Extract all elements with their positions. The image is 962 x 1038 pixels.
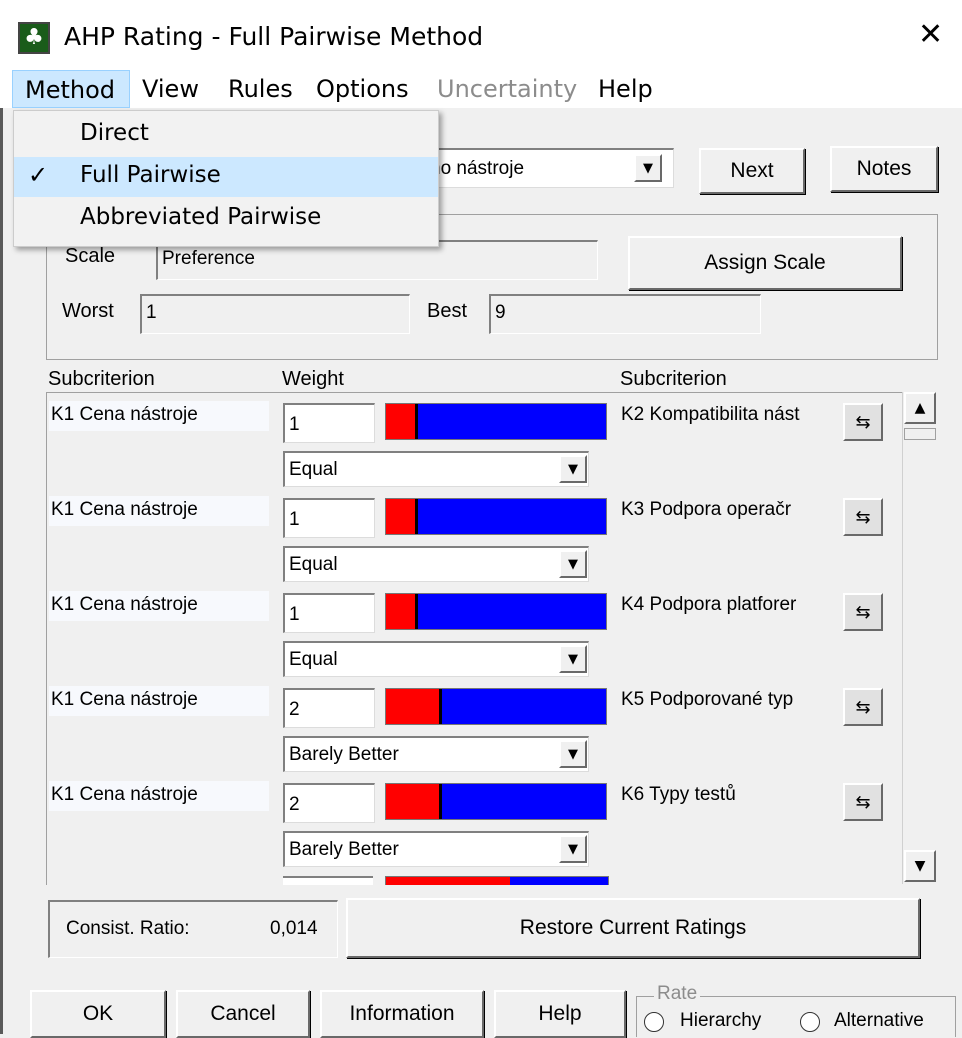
row-left-subcriterion: K1 Cena nástroje (49, 591, 269, 621)
row-weight-bar[interactable] (385, 783, 607, 820)
next-button[interactable]: Next (699, 148, 805, 194)
swap-icon[interactable]: ⇆ (843, 783, 883, 821)
chevron-down-icon[interactable]: ▼ (559, 740, 587, 768)
row-weight-bar[interactable] (385, 403, 607, 440)
information-button[interactable]: Information (320, 990, 484, 1038)
alternative-radio[interactable] (800, 1012, 820, 1032)
alternative-label: Alternative (834, 1010, 924, 1031)
column-header-subcriterion-right: Subcriterion (620, 368, 727, 390)
row-weight-bar[interactable] (385, 593, 607, 630)
chevron-down-icon[interactable]: ▼ (559, 455, 587, 483)
menu-item-abbreviated-pairwise[interactable]: Abbreviated Pairwise (14, 199, 438, 239)
consistency-ratio-label: Consist. Ratio: (66, 918, 190, 939)
checkmark-icon: ✓ (28, 161, 49, 189)
vertical-scrollbar[interactable]: ▲ ▼ (902, 392, 937, 884)
row-weight-bar[interactable] (385, 498, 607, 535)
row-weight-field[interactable]: 1 (283, 593, 375, 633)
consistency-ratio-value: 0,014 (270, 918, 318, 939)
worst-value: 1 (146, 302, 157, 323)
row-right-subcriterion: K2 Kompatibilita nást (621, 404, 800, 425)
menu-view[interactable]: View (142, 70, 199, 108)
menu-item-direct-label: Direct (80, 120, 149, 146)
scroll-down-icon[interactable]: ▼ (904, 850, 936, 882)
worst-field: 1 (140, 294, 410, 334)
chevron-down-icon[interactable]: ▼ (559, 835, 587, 863)
row-left-subcriterion: K1 Cena nástroje (49, 781, 269, 811)
chevron-down-icon[interactable]: ▼ (559, 645, 587, 673)
hierarchy-radio[interactable] (644, 1012, 664, 1032)
menu-help[interactable]: Help (598, 70, 653, 108)
row-rating-select[interactable]: Equal ▼ (283, 641, 589, 677)
restore-ratings-button[interactable]: Restore Current Ratings (346, 898, 920, 958)
close-icon[interactable]: ✕ (918, 20, 943, 50)
row-weight-field[interactable]: 2 (283, 688, 375, 728)
app-tree-icon[interactable]: ♣ (18, 22, 50, 54)
row-right-subcriterion: K6 Typy testů (621, 784, 736, 805)
scrollbar-thumb[interactable] (904, 428, 936, 440)
assign-scale-button[interactable]: Assign Scale (628, 236, 902, 290)
row-right-subcriterion: K4 Podpora platforer (621, 594, 797, 615)
criterion-select-value: ho nástroje (430, 158, 525, 179)
swap-icon[interactable]: ⇆ (843, 498, 883, 536)
column-header-weight: Weight (282, 368, 344, 390)
menu-item-full-pairwise[interactable]: ✓ Full Pairwise (14, 157, 438, 197)
consistency-ratio-box: Consist. Ratio: 0,014 (48, 900, 338, 958)
notes-button[interactable]: Notes (830, 146, 938, 192)
scale-label: Scale (65, 245, 116, 267)
help-button[interactable]: Help (494, 990, 626, 1038)
row-rating-select[interactable]: Barely Better ▼ (283, 831, 589, 867)
worst-label: Worst (62, 300, 114, 322)
row-right-subcriterion: K3 Podpora operačr (621, 499, 792, 520)
swap-icon[interactable]: ⇆ (843, 403, 883, 441)
best-field: 9 (489, 294, 761, 334)
menu-method[interactable]: Method (12, 70, 130, 108)
row-left-subcriterion: K1 Cena nástroje (49, 401, 269, 431)
column-header-subcriterion-left: Subcriterion (48, 368, 155, 390)
chevron-down-icon[interactable]: ▼ (559, 550, 587, 578)
row-weight-field[interactable]: 1 (283, 498, 375, 538)
swap-icon[interactable]: ⇆ (843, 688, 883, 726)
row-weight-field[interactable]: 2 (283, 783, 375, 823)
method-dropdown: Direct ✓ Full Pairwise Abbreviated Pairw… (13, 110, 439, 247)
partial-row-field (283, 876, 373, 885)
scale-value: Preference (162, 248, 255, 269)
row-rating-select[interactable]: Barely Better ▼ (283, 736, 589, 772)
ok-button[interactable]: OK (30, 990, 166, 1038)
partial-row-bar (385, 876, 609, 885)
menu-item-abbreviated-pairwise-label: Abbreviated Pairwise (80, 204, 322, 230)
best-label: Best (427, 300, 468, 322)
menu-rules[interactable]: Rules (228, 70, 293, 108)
hierarchy-label: Hierarchy (680, 1010, 762, 1031)
comparison-list: K1 Cena nástroje 1 K2 Kompatibilita nást ⇆ E… (46, 392, 903, 885)
row-weight-field[interactable]: 1 (283, 403, 375, 443)
window-title: AHP Rating - Full Pairwise Method (64, 22, 484, 51)
scroll-up-icon[interactable]: ▲ (904, 392, 936, 424)
window-edge (0, 108, 3, 1034)
row-weight-bar[interactable] (385, 688, 607, 725)
row-left-subcriterion: K1 Cena nástroje (49, 496, 269, 526)
rate-group-legend: Rate (654, 983, 701, 1005)
menu-uncertainty: Uncertainty (437, 75, 578, 103)
chevron-down-icon[interactable]: ▼ (634, 154, 662, 182)
best-value: 9 (495, 302, 506, 323)
swap-icon[interactable]: ⇆ (843, 593, 883, 631)
cancel-button[interactable]: Cancel (176, 990, 310, 1038)
menu-item-direct[interactable]: Direct (14, 115, 438, 155)
row-right-subcriterion: K5 Podporované typ (621, 689, 794, 710)
menu-item-full-pairwise-label: Full Pairwise (80, 162, 221, 188)
menu-options[interactable]: Options (316, 70, 409, 108)
row-rating-select[interactable]: Equal ▼ (283, 546, 589, 582)
row-left-subcriterion: K1 Cena nástroje (49, 686, 269, 716)
row-rating-select[interactable]: Equal ▼ (283, 451, 589, 487)
